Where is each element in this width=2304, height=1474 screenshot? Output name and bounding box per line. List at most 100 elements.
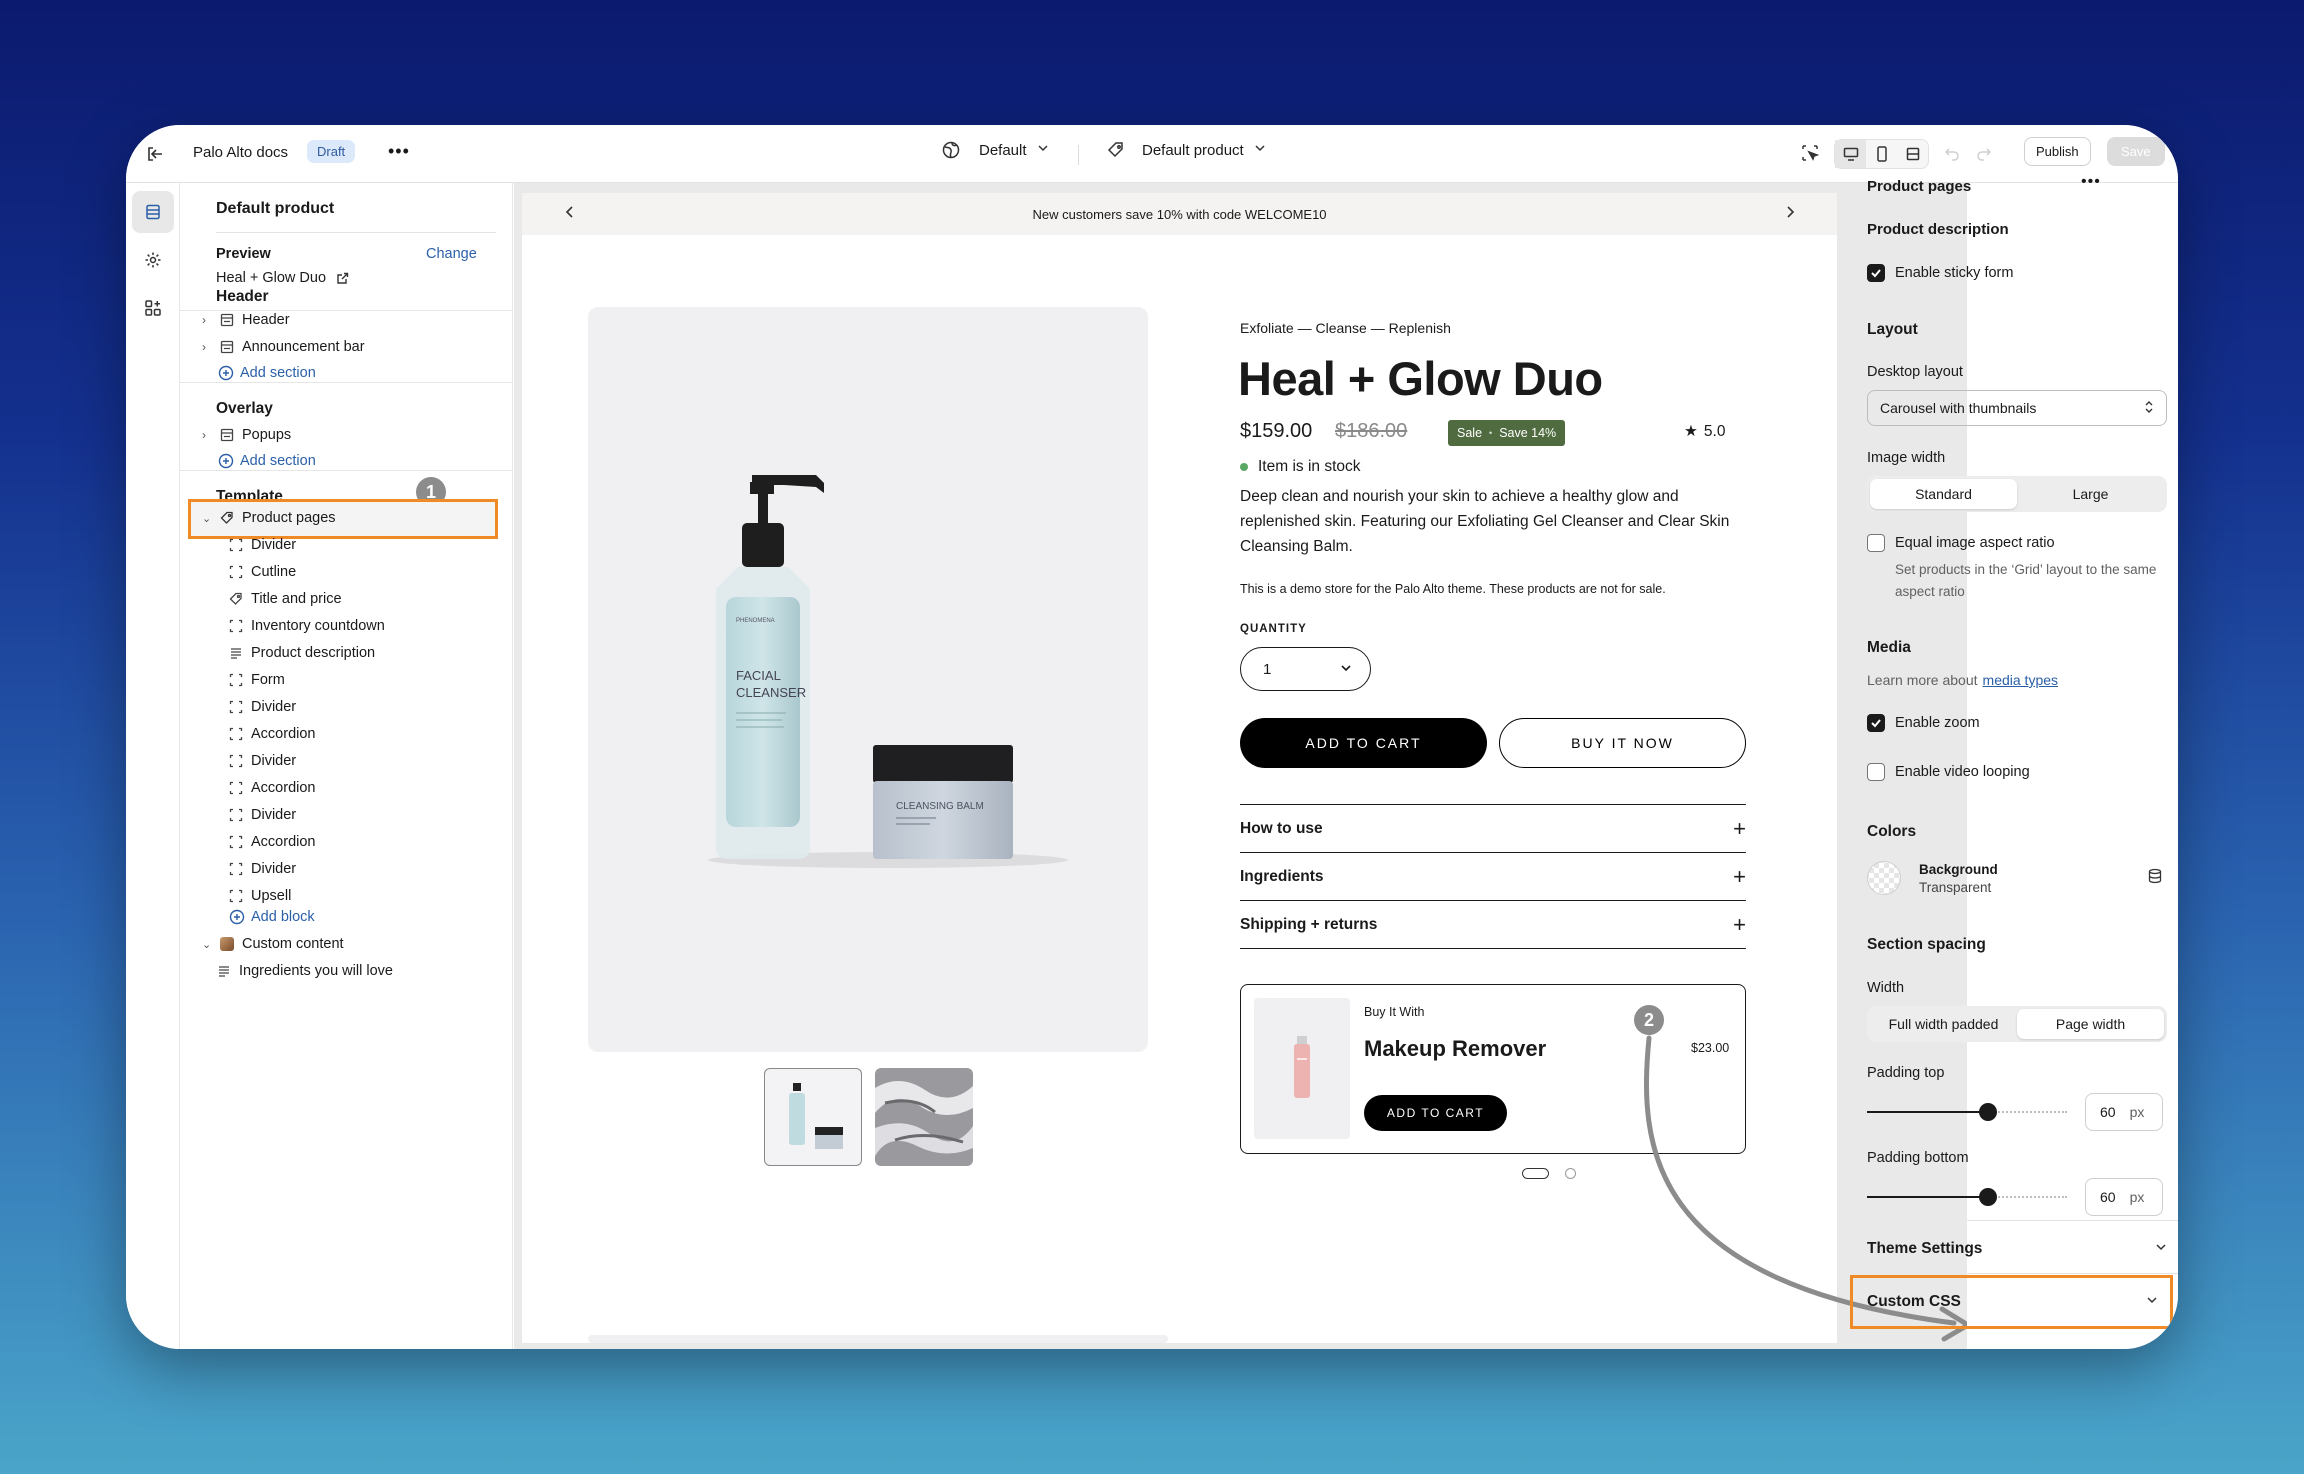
upsell-bottle-illustration <box>1294 1036 1310 1098</box>
add-to-cart-button[interactable]: ADD TO CART <box>1240 718 1487 768</box>
sidebar-item-label: Header <box>242 312 290 328</box>
theme-settings-accordion[interactable]: Theme Settings <box>1867 1240 2167 1258</box>
image-width-large[interactable]: Large <box>2017 479 2164 509</box>
padding-top-input[interactable]: 60 px <box>2085 1093 2163 1131</box>
sidebar-block-divider[interactable]: Divider <box>229 699 296 715</box>
unit-label: px <box>2129 1189 2145 1205</box>
add-block-button[interactable]: Add block <box>229 909 315 925</box>
settings-section-title: Product pages <box>1867 178 1972 195</box>
width-page[interactable]: Page width <box>2017 1009 2164 1039</box>
background-color-picker[interactable]: Background Transparent <box>1867 857 2167 899</box>
chevron-right-icon: › <box>202 428 206 442</box>
more-options-icon[interactable]: ••• <box>388 141 410 162</box>
image-width-standard[interactable]: Standard <box>1870 479 2017 509</box>
app-thumbnail-icon <box>220 937 234 951</box>
slider-knob[interactable] <box>1979 1188 1997 1206</box>
preview-product[interactable]: Heal + Glow Duo <box>216 270 349 286</box>
template-selector-label: Default product <box>1142 141 1244 159</box>
thumbnail-2[interactable] <box>875 1068 973 1166</box>
sections-tab[interactable] <box>132 191 174 233</box>
sidebar-block-divider[interactable]: Divider <box>229 537 296 553</box>
fullscreen-view-icon[interactable] <box>1897 140 1928 168</box>
undo-icon[interactable] <box>1944 145 1960 166</box>
sidebar-item-label: Form <box>251 672 285 688</box>
mobile-view-icon[interactable] <box>1866 140 1897 168</box>
product-description-heading: Product description <box>1867 221 2009 238</box>
sidebar-block-upsell[interactable]: Upsell <box>229 888 291 904</box>
sidebar-block-divider[interactable]: Divider <box>229 861 296 877</box>
sidebar-item-popups[interactable]: › Popups <box>202 427 291 443</box>
chevron-right-icon: › <box>202 313 206 327</box>
redo-icon[interactable] <box>1976 145 1992 166</box>
sidebar-block-divider[interactable]: Divider <box>229 753 296 769</box>
equal-ratio-checkbox[interactable]: Equal image aspect ratio <box>1867 534 2055 552</box>
width-full-padded[interactable]: Full width padded <box>1870 1009 2017 1039</box>
thumbnail-1[interactable] <box>764 1068 862 1166</box>
accordion-ingredients[interactable]: Ingredients + <box>1240 852 1746 900</box>
upsell-product-image[interactable] <box>1254 998 1350 1139</box>
header-group-heading: Header <box>216 288 269 305</box>
media-types-link[interactable]: media types <box>1983 672 2058 688</box>
sticky-form-checkbox[interactable]: Enable sticky form <box>1867 264 2013 282</box>
save-button[interactable]: Save <box>2107 137 2165 166</box>
sidebar-block-accordion[interactable]: Accordion <box>229 726 315 742</box>
sidebar-item-announcement-bar[interactable]: › Announcement bar <box>202 339 365 355</box>
save-badge-label: Save 14% <box>1499 426 1557 440</box>
background-label: Background <box>1919 861 1998 877</box>
theme-selector[interactable]: Default <box>941 140 1049 160</box>
compare-price: $186.00 <box>1335 420 1408 442</box>
desktop-view-icon[interactable] <box>1835 140 1866 168</box>
padding-bottom-slider[interactable] <box>1867 1187 2067 1207</box>
sidebar-item-ingredients[interactable]: Ingredients you will love <box>217 963 393 979</box>
video-looping-checkbox[interactable]: Enable video looping <box>1867 763 2030 781</box>
theme-settings-tab[interactable] <box>132 239 174 281</box>
sidebar-block-form[interactable]: Form <box>229 672 285 688</box>
slider-knob[interactable] <box>1979 1103 1997 1121</box>
add-section-button[interactable]: Add section <box>218 453 316 469</box>
sidebar-block-title-and-price[interactable]: Title and price <box>229 591 342 607</box>
unit-label: px <box>2129 1104 2145 1120</box>
desktop-layout-select[interactable]: Carousel with thumbnails <box>1867 390 2167 426</box>
add-section-label: Add section <box>240 453 316 469</box>
upsell-add-to-cart-button[interactable]: ADD TO CART <box>1364 1095 1507 1131</box>
accordion-how-to-use[interactable]: How to use + <box>1240 804 1746 852</box>
announcement-text: New customers save 10% with code WELCOME… <box>1032 206 1327 222</box>
quantity-select[interactable]: 1 <box>1240 647 1371 691</box>
sidebar-item-header[interactable]: › Header <box>202 312 290 328</box>
product-image[interactable]: PHENOMENA FACIAL CLEANSER CLEANSING BALM <box>588 307 1148 1052</box>
padding-top-slider[interactable] <box>1867 1102 2067 1122</box>
sidebar-block-accordion[interactable]: Accordion <box>229 780 315 796</box>
change-preview-link[interactable]: Change <box>426 246 477 262</box>
exit-icon[interactable] <box>144 143 166 170</box>
slider-track <box>1991 1111 2067 1113</box>
custom-css-accordion[interactable]: Custom CSS <box>1850 1275 2173 1329</box>
padding-bottom-input[interactable]: 60 px <box>2085 1178 2163 1216</box>
carousel-dot-active[interactable] <box>1522 1168 1549 1179</box>
publish-button[interactable]: Publish <box>2024 137 2091 166</box>
apps-tab[interactable] <box>132 287 174 329</box>
block-type-icon <box>229 646 243 660</box>
transparent-swatch-icon <box>1867 861 1901 895</box>
add-section-button[interactable]: Add section <box>218 365 316 381</box>
enable-zoom-checkbox[interactable]: Enable zoom <box>1867 714 1980 732</box>
buy-it-now-button[interactable]: BUY IT NOW <box>1499 718 1746 768</box>
plus-circle-icon <box>229 909 245 925</box>
chevron-left-icon[interactable] <box>564 204 576 225</box>
sidebar-block-divider[interactable]: Divider <box>229 807 296 823</box>
template-selector[interactable]: Default product <box>1106 140 1266 160</box>
sidebar-block-cutline[interactable]: Cutline <box>229 564 296 580</box>
sidebar-block-accordion[interactable]: Accordion <box>229 834 315 850</box>
inspector-icon[interactable] <box>1800 143 1820 168</box>
chevron-down-icon <box>2146 1293 2158 1311</box>
sidebar-item-product-pages[interactable]: ⌄ Product pages <box>202 510 336 526</box>
sidebar-item-custom-content[interactable]: ⌄ Custom content <box>202 936 344 952</box>
chevron-right-icon[interactable] <box>1784 204 1796 225</box>
sidebar-block-product-description[interactable]: Product description <box>229 645 375 661</box>
sidebar-block-inventory-countdown[interactable]: Inventory countdown <box>229 618 385 634</box>
gear-icon <box>145 252 161 268</box>
product-rating[interactable]: ★ 5.0 <box>1684 422 1725 441</box>
accordion-shipping-returns[interactable]: Shipping + returns + <box>1240 900 1746 948</box>
database-icon[interactable] <box>2147 868 2163 889</box>
carousel-dot[interactable] <box>1565 1168 1576 1179</box>
more-options-icon[interactable]: ••• <box>2081 173 2101 191</box>
